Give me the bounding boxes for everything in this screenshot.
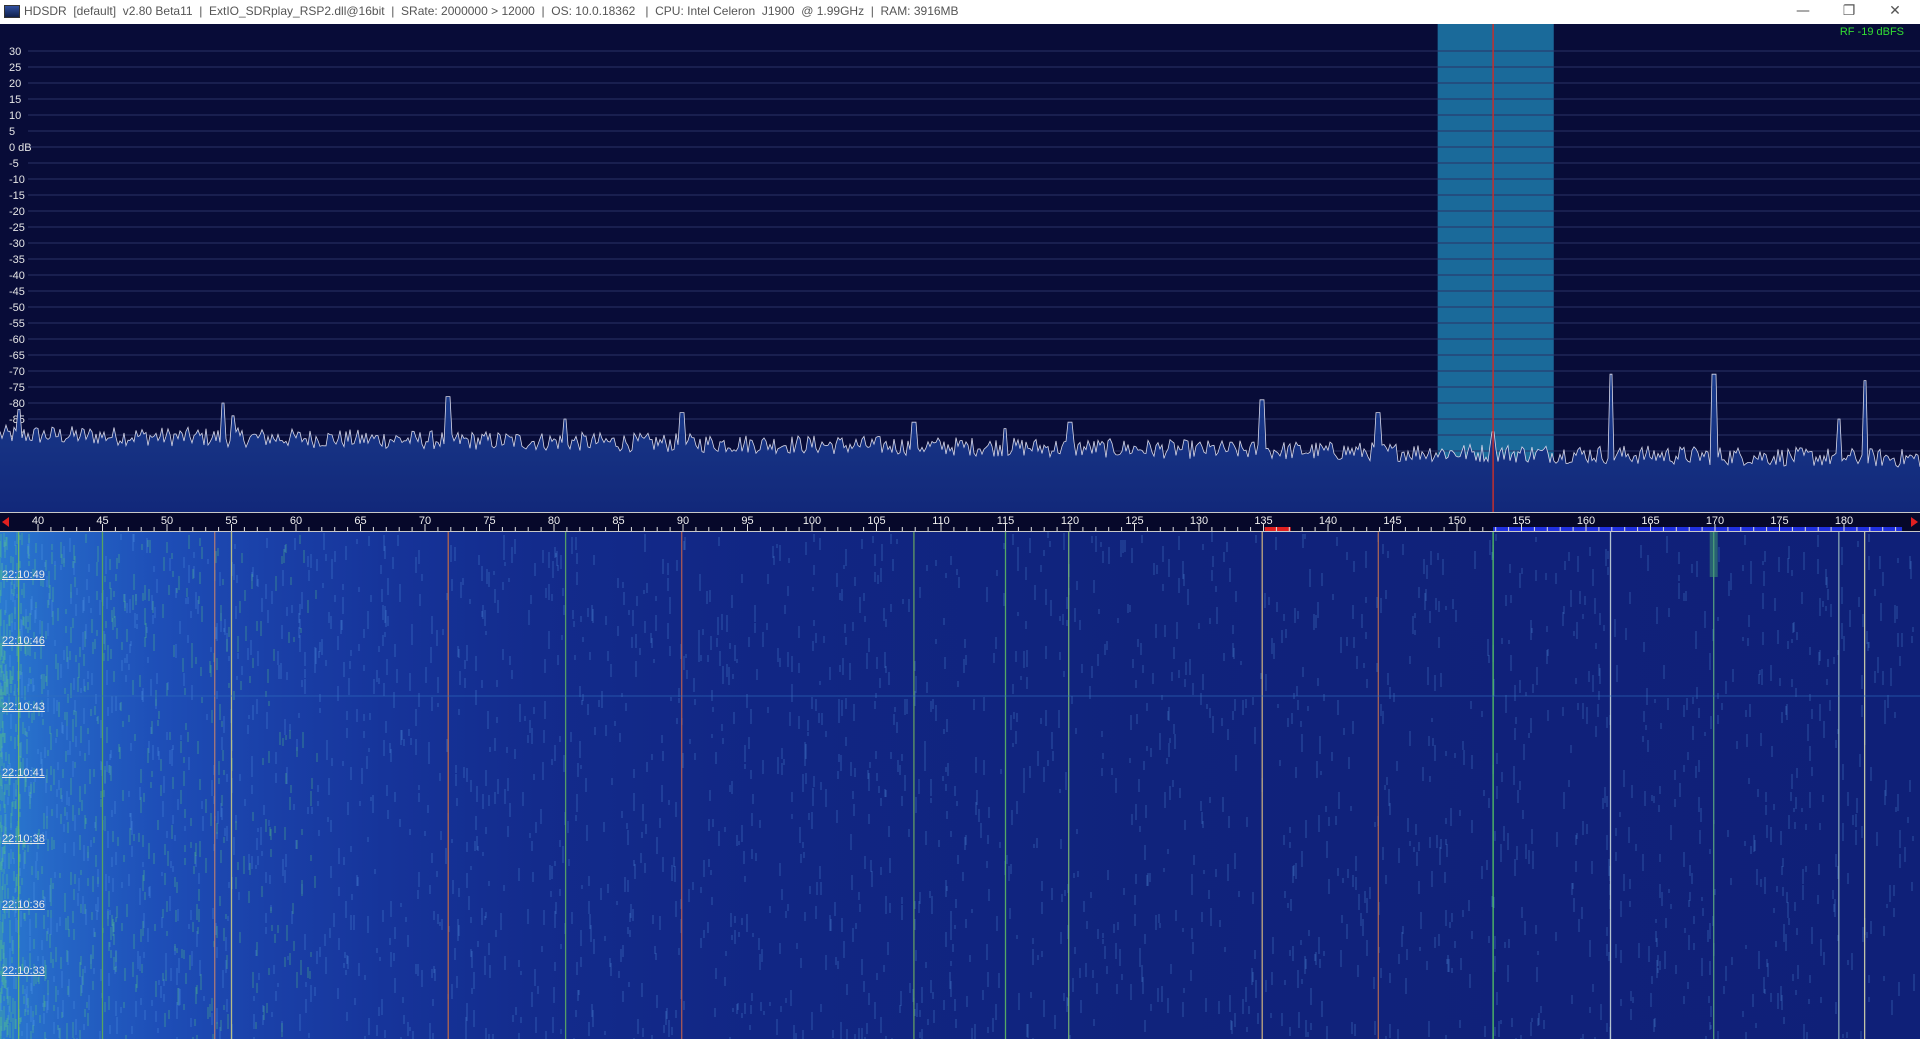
- frequency-tick-label: 95: [741, 515, 753, 527]
- frequency-tick-label: 155: [1512, 515, 1530, 527]
- scroll-right-arrow: [1911, 517, 1918, 527]
- frequency-tick-label: 90: [677, 515, 689, 527]
- frequency-tick-label: 85: [612, 515, 624, 527]
- db-tick-label: -45: [9, 286, 25, 298]
- db-tick-label: -35: [9, 254, 25, 266]
- db-tick-label: -65: [9, 350, 25, 362]
- waterfall-timestamp: 22:10:41: [2, 767, 45, 779]
- db-tick-label: -10: [9, 174, 25, 186]
- db-tick-label: -20: [9, 206, 25, 218]
- rf-level-readout: RF -19 dBFS: [1839, 26, 1904, 38]
- minimize-button[interactable]: —: [1780, 0, 1826, 24]
- frequency-tick-label: 150: [1448, 515, 1466, 527]
- spectrum-fill: [0, 374, 1920, 512]
- frequency-tick-label: 65: [354, 515, 366, 527]
- db-tick-label: -30: [9, 238, 25, 250]
- scroll-left-arrow: [2, 517, 9, 527]
- db-tick-label: -60: [9, 334, 25, 346]
- frequency-tick-label: 55: [225, 515, 237, 527]
- frequency-scale-plot[interactable]: 40 45 50 55 60 65 70 75 80 85 90 95 100 105 110 115 120 1…: [0, 513, 1920, 532]
- db-tick-label: 15: [9, 94, 21, 106]
- db-tick-label: -70: [9, 366, 25, 378]
- waterfall-timestamp: 22:10:36: [2, 899, 45, 911]
- db-tick-label: -55: [9, 318, 25, 330]
- frequency-tick-label: 120: [1061, 515, 1079, 527]
- db-tick-label: 30: [9, 46, 21, 58]
- frequency-tick-label: 40: [32, 515, 44, 527]
- close-button[interactable]: ✕: [1872, 0, 1918, 24]
- frequency-tick-label: 140: [1319, 515, 1337, 527]
- frequency-tick-label: 135: [1254, 515, 1272, 527]
- frequency-tick-label: 75: [483, 515, 495, 527]
- frequency-tick-label: 160: [1577, 515, 1595, 527]
- db-tick-label: -80: [9, 398, 25, 410]
- db-tick-label: 20: [9, 78, 21, 90]
- title-bar[interactable]: HDSDR [default] v2.80 Beta11 | ExtIO_SDR…: [0, 0, 1920, 25]
- frequency-tick-label: 145: [1383, 515, 1401, 527]
- frequency-tick-label: 100: [803, 515, 821, 527]
- frequency-scale[interactable]: 40 45 50 55 60 65 70 75 80 85 90 95 100 105 110 115 120 1…: [0, 512, 1920, 532]
- restore-button[interactable]: ❐: [1826, 0, 1872, 24]
- frequency-tick-label: 80: [548, 515, 560, 527]
- frequency-tick-label: 125: [1125, 515, 1143, 527]
- waterfall-noise: [0, 532, 1915, 1039]
- db-tick-label: -25: [9, 222, 25, 234]
- db-tick-label: -40: [9, 270, 25, 282]
- db-tick-label: -15: [9, 190, 25, 202]
- frequency-tick-label: 175: [1770, 515, 1788, 527]
- db-tick-label: 25: [9, 62, 21, 74]
- frequency-tick-label: 110: [932, 515, 950, 527]
- frequency-tick-label: 60: [290, 515, 302, 527]
- db-tick-label: 10: [9, 110, 21, 122]
- window-title: HDSDR [default] v2.80 Beta11 | ExtIO_SDR…: [24, 4, 959, 18]
- db-tick-label: 0 dB: [9, 142, 32, 154]
- db-tick-label: -5: [9, 158, 19, 170]
- frequency-tick-label: 115: [997, 515, 1015, 527]
- frequency-tick-label: 45: [96, 515, 108, 527]
- frequency-tick-label: 165: [1641, 515, 1659, 527]
- frequency-tick-label: 105: [867, 515, 885, 527]
- frequency-tick-label: 70: [419, 515, 431, 527]
- waterfall-timestamp: 22:10:46: [2, 635, 45, 647]
- waterfall-plot[interactable]: [0, 532, 1920, 1039]
- db-tick-label: -75: [9, 382, 25, 394]
- spectrum-display[interactable]: 30 25 20 15 10 5 0 dB -5 -10 -15 -20 -25 -30 -35 -40 -4…: [0, 24, 1920, 512]
- waterfall-display[interactable]: 22:10:49 22:10:46 22:10:43 22:10:41 22:10:38…: [0, 532, 1920, 1039]
- filter-passband: [1437, 24, 1554, 512]
- waterfall-timestamp: 22:10:43: [2, 701, 45, 713]
- signal-burst: [1709, 532, 1718, 577]
- frequency-tick-label: 130: [1190, 515, 1208, 527]
- frequency-tick-label: 180: [1835, 515, 1853, 527]
- waterfall-noise-strong: [0, 532, 318, 1039]
- frequency-tick-label: 170: [1706, 515, 1724, 527]
- frequency-tick-label: 50: [161, 515, 173, 527]
- waterfall-timestamp: 22:10:33: [2, 965, 45, 977]
- waterfall-timestamp: 22:10:38: [2, 833, 45, 845]
- spectrum-plot[interactable]: 30 25 20 15 10 5 0 dB -5 -10 -15 -20 -25 -30 -35 -40 -4…: [0, 24, 1920, 512]
- db-tick-label: -50: [9, 302, 25, 314]
- waterfall-timestamp: 22:10:49: [2, 569, 45, 581]
- app-icon: [4, 5, 20, 18]
- db-tick-label: 5: [9, 126, 15, 138]
